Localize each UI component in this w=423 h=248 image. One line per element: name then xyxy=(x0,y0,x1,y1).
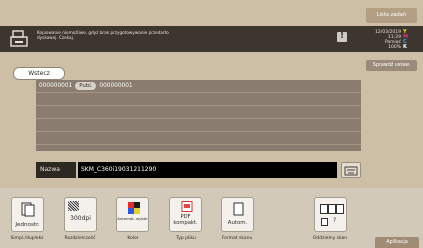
resolution-value: 300dpi xyxy=(70,215,91,222)
color-value: Automat. wybór xyxy=(117,216,148,221)
memory-value: 100% xyxy=(388,45,401,50)
empty-row xyxy=(36,93,361,106)
keyboard-icon[interactable] xyxy=(341,162,361,178)
file-type-caption: Typ pliku xyxy=(176,236,196,241)
status-bar: Kopiowanie niemożliwe, gdyż brak przygot… xyxy=(0,26,423,52)
status-message: Kopiowanie niemożliwe, gdyż brak przygot… xyxy=(37,30,169,40)
separate-scan-caption: Oddzielny skan xyxy=(312,236,348,241)
simplex-caption: Simpl./dupleks xyxy=(10,236,44,241)
toner-levels: Y M C K xyxy=(403,30,408,50)
back-button[interactable]: Wstecz xyxy=(13,67,65,80)
alert-icon[interactable] xyxy=(337,31,347,42)
empty-row xyxy=(36,106,361,119)
resolution-caption: Rozdzielczość xyxy=(64,236,96,241)
keyboard-glyph xyxy=(344,166,358,176)
separate-scan-icon xyxy=(320,204,344,214)
toner-k: K xyxy=(403,44,407,50)
file-type-value: PDF kompakt. xyxy=(173,214,198,226)
destination-number: 000000001 xyxy=(39,83,73,89)
simplex-value: Jednostr. xyxy=(15,222,40,228)
simplex-duplex-button[interactable]: Jednostr. xyxy=(11,197,44,232)
file-type-button[interactable]: PDF kompakt. xyxy=(169,197,202,232)
task-list-button[interactable]: Lista zadań xyxy=(366,8,417,23)
check-settings-button[interactable]: Sprawdź ustaw. xyxy=(366,60,417,71)
color-button[interactable]: Automat. wybór xyxy=(116,197,149,232)
simplex-icon xyxy=(21,202,35,217)
pdf-icon xyxy=(181,201,193,212)
name-label: Nazwa xyxy=(36,162,76,178)
scan-size-button[interactable]: Autom. xyxy=(221,197,254,232)
question-mark-icon: ? xyxy=(333,217,337,224)
box-number: 000000001 xyxy=(99,83,133,89)
destination-type-badge: Publ. xyxy=(75,82,97,90)
destination-row[interactable]: 000000001 Publ. 000000001 xyxy=(36,80,361,93)
resolution-icon xyxy=(68,201,79,211)
printer-icon xyxy=(10,30,28,47)
scan-size-value: Autom. xyxy=(227,220,248,226)
separate-scan-button[interactable]: ? xyxy=(314,197,347,232)
scan-size-caption: Format skanu xyxy=(221,236,253,241)
color-caption: Kolor xyxy=(127,236,139,241)
color-icon xyxy=(128,202,140,214)
resolution-button[interactable]: 300dpi xyxy=(64,197,97,232)
empty-row xyxy=(36,132,361,145)
file-name-field[interactable]: SKM_C360i19031211290 xyxy=(78,162,337,178)
apply-button[interactable]: Aplikacja xyxy=(375,237,419,248)
empty-row xyxy=(36,119,361,132)
sub-page-icon xyxy=(321,218,328,226)
screen: Lista zadań Kopiowanie niemożliwe, gdyż … xyxy=(0,0,423,248)
page-icon xyxy=(233,202,244,216)
destination-list: 000000001 Publ. 000000001 xyxy=(36,80,361,151)
date-time: 12/03/2019 11:29 Pamięć 100% xyxy=(369,30,401,50)
